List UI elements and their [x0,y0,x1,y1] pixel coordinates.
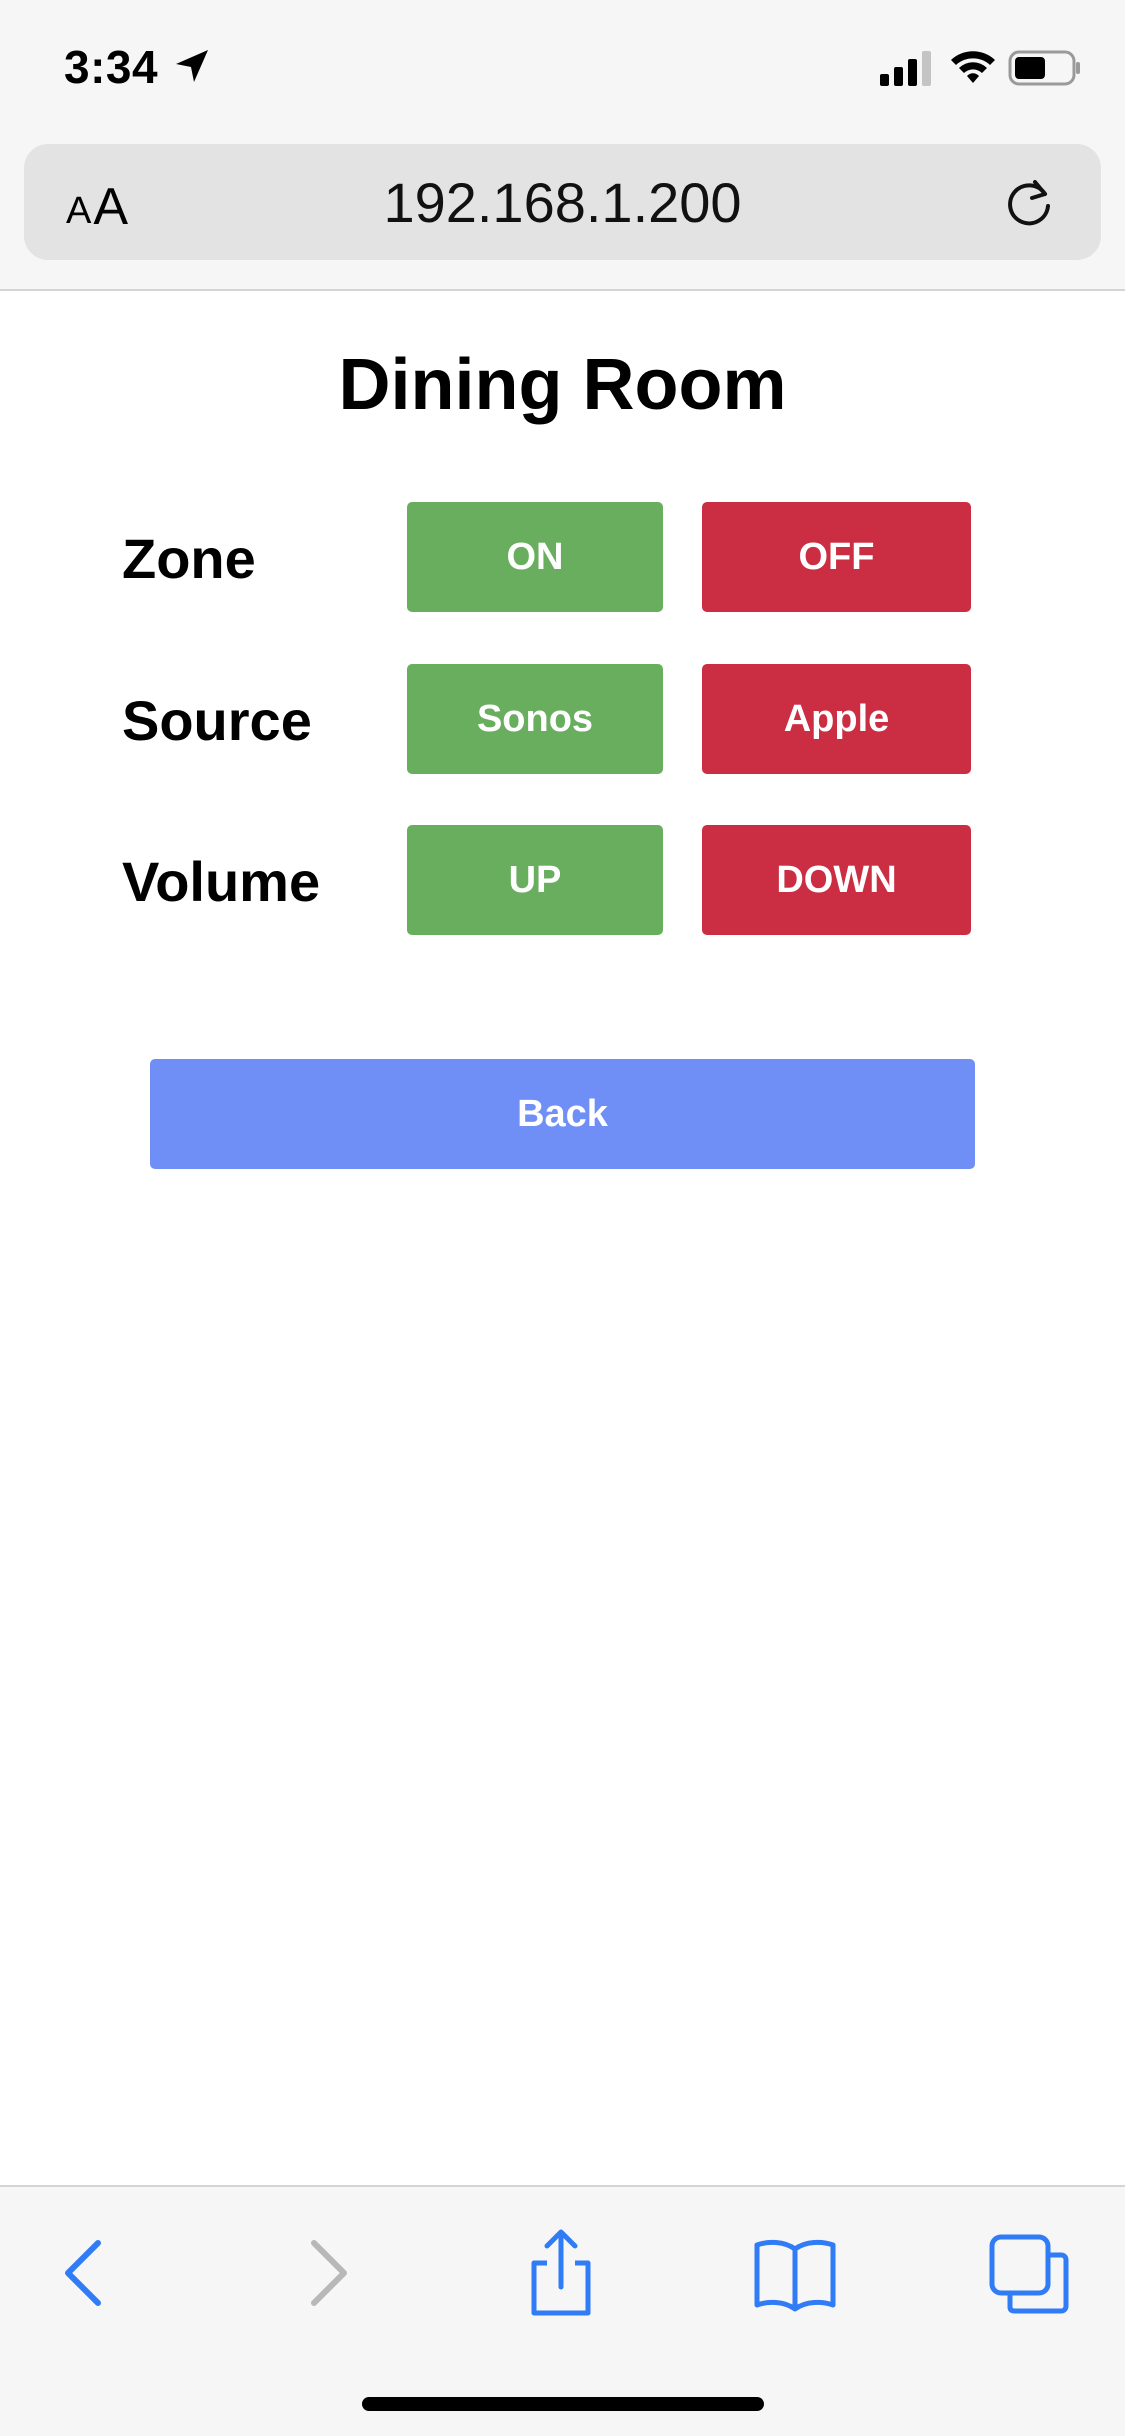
volume-label: Volume [122,850,321,913]
source-apple-button[interactable]: Apple [702,664,971,774]
source-sonos-button[interactable]: Sonos [407,664,663,774]
home-indicator [362,2397,764,2411]
reload-icon[interactable] [999,172,1059,232]
status-time: 3:34 [64,41,159,93]
volume-down-button[interactable]: DOWN [702,825,971,935]
address-area: A A 192.168.1.200 [0,140,1125,291]
location-arrow-icon [176,50,208,82]
source-label: Source [122,689,312,752]
status-bar: 3:34 [0,0,1125,140]
wifi-icon [951,51,995,83]
back-chevron-icon[interactable] [40,2227,130,2317]
forward-chevron-icon[interactable] [282,2227,372,2317]
volume-row: Volume UP DOWN [0,825,1125,937]
page-title: Dining Room [338,345,787,425]
zone-off-button[interactable]: OFF [702,502,971,612]
url-text[interactable]: 192.168.1.200 [24,170,1101,235]
bookmarks-icon[interactable] [750,2227,840,2317]
zone-label: Zone [122,527,256,590]
share-icon[interactable] [516,2227,606,2317]
tabs-icon[interactable] [984,2227,1074,2317]
source-row: Source Sonos Apple [0,664,1125,776]
volume-up-button[interactable]: UP [407,825,663,935]
browser-toolbar [0,2185,1125,2436]
address-bar[interactable]: A A 192.168.1.200 [24,144,1101,260]
battery-icon [1008,50,1080,86]
web-page: Dining Room Zone ON OFF Source Sonos App… [0,292,1125,2185]
zone-row: Zone ON OFF [0,502,1125,614]
cellular-signal-icon [880,51,931,86]
zone-on-button[interactable]: ON [407,502,663,612]
back-button[interactable]: Back [150,1059,975,1169]
